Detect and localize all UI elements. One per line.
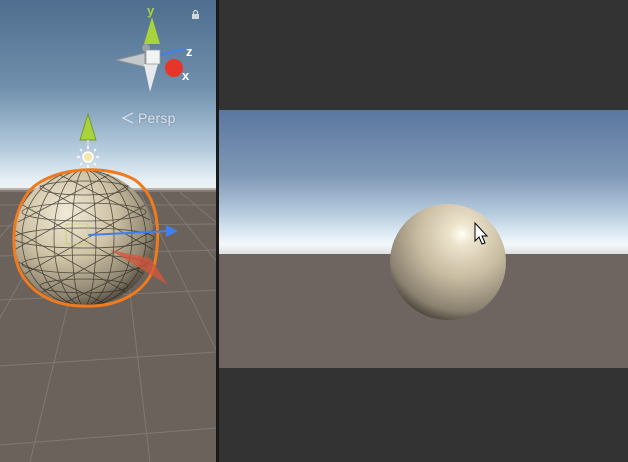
game-view[interactable] [219,0,628,462]
scene-view[interactable]: y z x Persp [0,0,216,462]
gizmo-x-label: x [182,68,190,83]
game-sphere [390,204,506,320]
game-render[interactable] [219,110,628,368]
sky [0,0,216,192]
gizmo-z-label: z [186,44,193,59]
gizmo-x-cone[interactable] [165,59,183,77]
scene-canvas[interactable]: y z x [0,0,216,462]
gizmo-y-label: y [147,3,155,18]
game-canvas[interactable] [219,110,628,368]
projection-label[interactable]: Persp [138,110,176,126]
gizmo-center-cube[interactable] [145,49,161,65]
lock-icon[interactable] [191,10,200,19]
